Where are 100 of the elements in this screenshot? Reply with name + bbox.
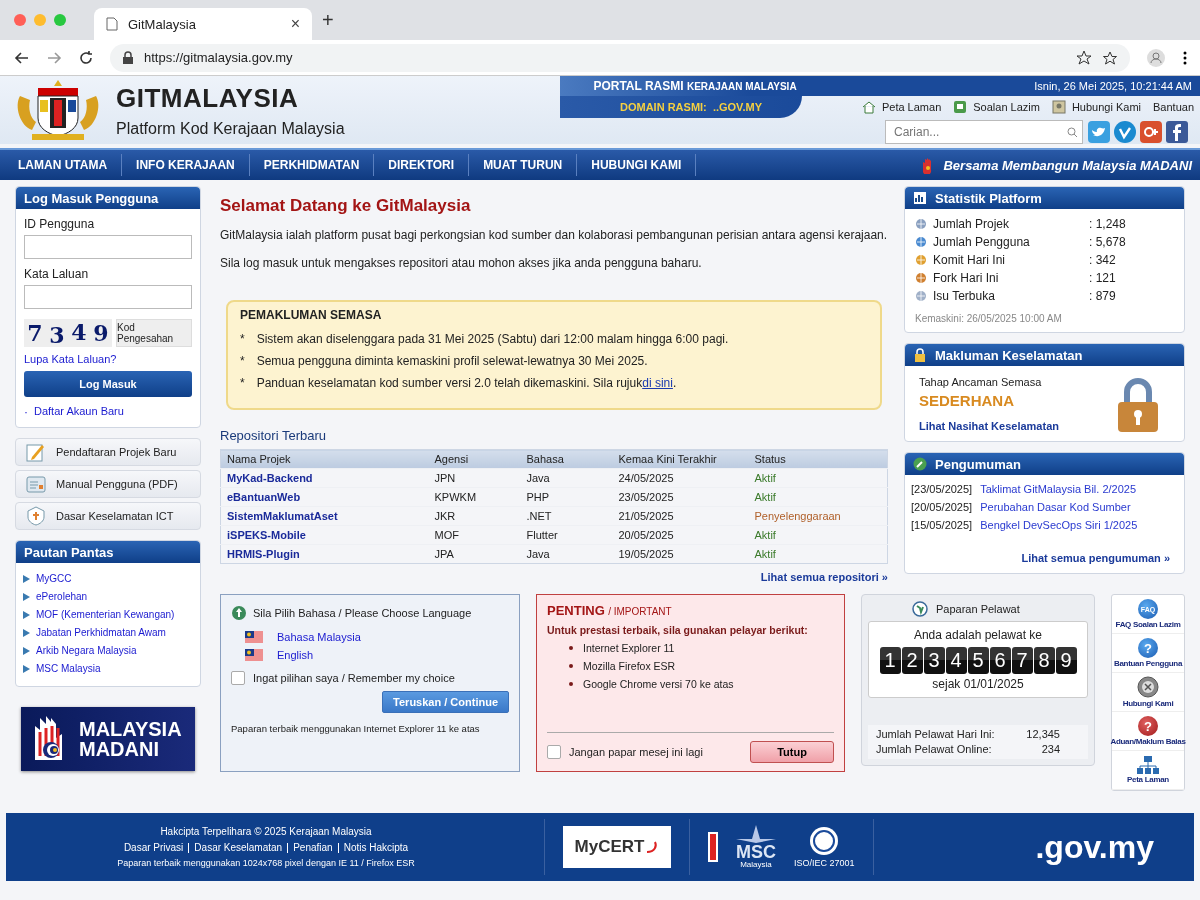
top-link[interactable]: Hubungi Kami	[1051, 100, 1141, 114]
nav-item[interactable]: MUAT TURUN	[469, 154, 578, 176]
nav-item[interactable]: DIREKTORI	[374, 154, 470, 176]
quick-link[interactable]: ePerolehan	[22, 591, 194, 602]
repo-link[interactable]: eBantuanWeb	[227, 491, 301, 503]
star-icon[interactable]	[1076, 49, 1092, 66]
view-all-link[interactable]: Lihat semua repositori »	[760, 571, 888, 583]
checkbox[interactable]	[231, 671, 245, 685]
shortcut-link[interactable]: ? Aduan/Maklum Balas	[1112, 712, 1184, 751]
close-tab-button[interactable]: ×	[290, 15, 300, 33]
input-field[interactable]	[24, 285, 192, 309]
table-cell: Flutter	[520, 525, 613, 545]
browser-tab[interactable]: GitMalaysia ×	[94, 8, 312, 40]
side-button[interactable]: Pendaftaran Projek Baru	[15, 438, 201, 466]
quick-link[interactable]: MSC Malaysia	[22, 663, 194, 674]
checkbox[interactable]	[547, 745, 561, 759]
nav-item[interactable]: HUBUNGI KAMI	[577, 154, 697, 176]
lock-icon	[913, 348, 927, 362]
security-advice-link[interactable]: Lihat Nasihat Keselamatan	[919, 420, 1059, 432]
social-icon[interactable]	[1166, 121, 1188, 143]
top-link[interactable]: Bantuan	[1153, 101, 1194, 113]
table-cell: Java	[520, 468, 613, 488]
register-link[interactable]: Daftar Akaun Baru	[34, 405, 124, 419]
announcement-link[interactable]: Taklimat GitMalaysia Bil. 2/2025	[980, 483, 1137, 495]
footer-link[interactable]: Dasar Keselamatan	[194, 842, 283, 853]
mycert-logo[interactable]: MyCERT	[563, 826, 671, 868]
menu-icon[interactable]	[1182, 49, 1188, 66]
side-button[interactable]: Manual Pengguna (PDF)	[15, 470, 201, 498]
bird-icon[interactable]	[1088, 121, 1110, 143]
quick-link[interactable]: MyGCC	[22, 573, 194, 584]
bullet-icon	[569, 682, 573, 686]
language-option[interactable]: English	[245, 649, 509, 661]
back-icon[interactable]	[14, 49, 30, 66]
browser-item: Mozilla Firefox ESR	[583, 660, 676, 672]
star-icon[interactable]	[1102, 49, 1118, 66]
msc-logo[interactable]: MSC Malaysia	[736, 825, 776, 869]
forgot-password-link[interactable]: Lupa Kata Laluan?	[24, 353, 192, 365]
login-button[interactable]: Log Masuk	[24, 371, 192, 397]
continue-button[interactable]: Teruskan / Continue	[382, 691, 509, 713]
bullet: *	[240, 354, 245, 368]
help-icon: ?	[1138, 638, 1158, 658]
counter-digit: 3	[923, 647, 945, 674]
bullet: *	[240, 376, 245, 390]
input-field[interactable]	[24, 235, 192, 259]
status-text: Penyelenggaraan	[748, 506, 888, 526]
counter-digit: 9	[1055, 647, 1077, 674]
nav-item[interactable]: LAMAN UTAMA	[4, 154, 123, 176]
swoosh-icon	[645, 840, 660, 854]
shortcut-link[interactable]: Hubungi Kami	[1112, 673, 1184, 712]
repo-link[interactable]: MyKad-Backend	[227, 472, 313, 484]
portal-label: PORTAL RASMI KERAJAAN MALAYSIA	[593, 79, 797, 93]
table-cell: JKR	[428, 506, 521, 526]
notice-text: Semua pengguna diminta kemaskini profil selewat-lewatnya 30 Mei 2025.	[256, 354, 648, 368]
quick-link[interactable]: Jabatan Perkhidmatan Awam	[22, 627, 194, 638]
quick-link[interactable]: Arkib Negara Malaysia	[22, 645, 194, 656]
panel-header: Makluman Keselamatan	[905, 344, 1184, 366]
arrow-icon	[22, 573, 31, 584]
footer-link[interactable]: Notis Hakcipta	[343, 842, 409, 853]
repo-link[interactable]: HRMIS-Plugin	[227, 548, 300, 560]
forward-icon[interactable]	[46, 49, 62, 66]
announcement-link[interactable]: Perubahan Dasar Kod Sumber	[980, 501, 1131, 513]
stat-value: : 1,248	[1089, 217, 1126, 231]
shortcut-link[interactable]: Peta Laman	[1112, 751, 1184, 790]
social-icon[interactable]	[1140, 121, 1162, 143]
repo-link[interactable]: SistemMaklumatAset	[227, 510, 338, 522]
repo-link[interactable]: iSPEKS-Mobile	[227, 529, 306, 541]
footer-link[interactable]: Dasar Privasi	[123, 842, 184, 853]
nav-item[interactable]: PERKHIDMATAN	[249, 154, 375, 176]
chat-icon	[953, 100, 968, 114]
language-option[interactable]: Bahasa Malaysia	[245, 631, 509, 643]
counter-digit: 1	[879, 647, 901, 674]
top-link[interactable]: Peta Laman	[861, 100, 942, 114]
side-button[interactable]: Dasar Keselamatan ICT	[15, 502, 201, 530]
close-window-icon[interactable]	[14, 14, 26, 26]
madani-banner[interactable]: MALAYSIA MADANI	[21, 707, 195, 771]
column-header: Agensi	[428, 449, 521, 469]
footer-link[interactable]: Penafian	[293, 842, 333, 853]
nav-item[interactable]: INFO KERAJAAN	[122, 154, 250, 176]
top-link[interactable]: Soalan Lazim	[953, 100, 1040, 114]
shortcut-link[interactable]: ? Bantuan Pengguna	[1112, 634, 1184, 673]
search-field[interactable]: Carian...	[885, 120, 1083, 144]
notice-text: Panduan keselamatan kod sumber versi 2.0 telah dikemaskini. Sila rujukdi sini.	[256, 376, 677, 390]
counter-digit: 4	[945, 647, 967, 674]
address-bar[interactable]: https://gitmalaysia.gov.my	[110, 43, 1130, 72]
dont-show-checkbox[interactable]: Jangan papar mesej ini lagi	[547, 745, 703, 759]
quick-link[interactable]: MOF (Kementerian Kewangan)	[22, 609, 194, 620]
profile-icon[interactable]	[1146, 47, 1166, 68]
social-icon[interactable]	[1114, 121, 1136, 143]
remember-checkbox[interactable]: Ingat pilihan saya / Remember my choice	[231, 671, 509, 685]
notice-text: Sistem akan diselenggara pada 31 Mei 2025 (Sabtu) dari 12:00 malam hingga 6:00 pagi.	[256, 332, 729, 346]
notice-link[interactable]: di sini	[642, 376, 673, 390]
maximize-window-icon[interactable]	[54, 14, 66, 26]
new-tab-button[interactable]: +	[322, 8, 334, 32]
counter-caption: Anda adalah pelawat ke	[912, 628, 1044, 642]
reload-icon[interactable]	[78, 49, 94, 66]
view-all-link[interactable]: Lihat semua pengumuman »	[1021, 552, 1170, 564]
updated-text: Kemaskini: 26/05/2025 10:00 AM	[915, 313, 1063, 324]
stat-value: : 121	[1089, 271, 1116, 285]
close-button[interactable]: Tutup	[750, 741, 834, 763]
announcement-link[interactable]: Bengkel DevSecOps Siri 1/2025	[980, 519, 1138, 531]
